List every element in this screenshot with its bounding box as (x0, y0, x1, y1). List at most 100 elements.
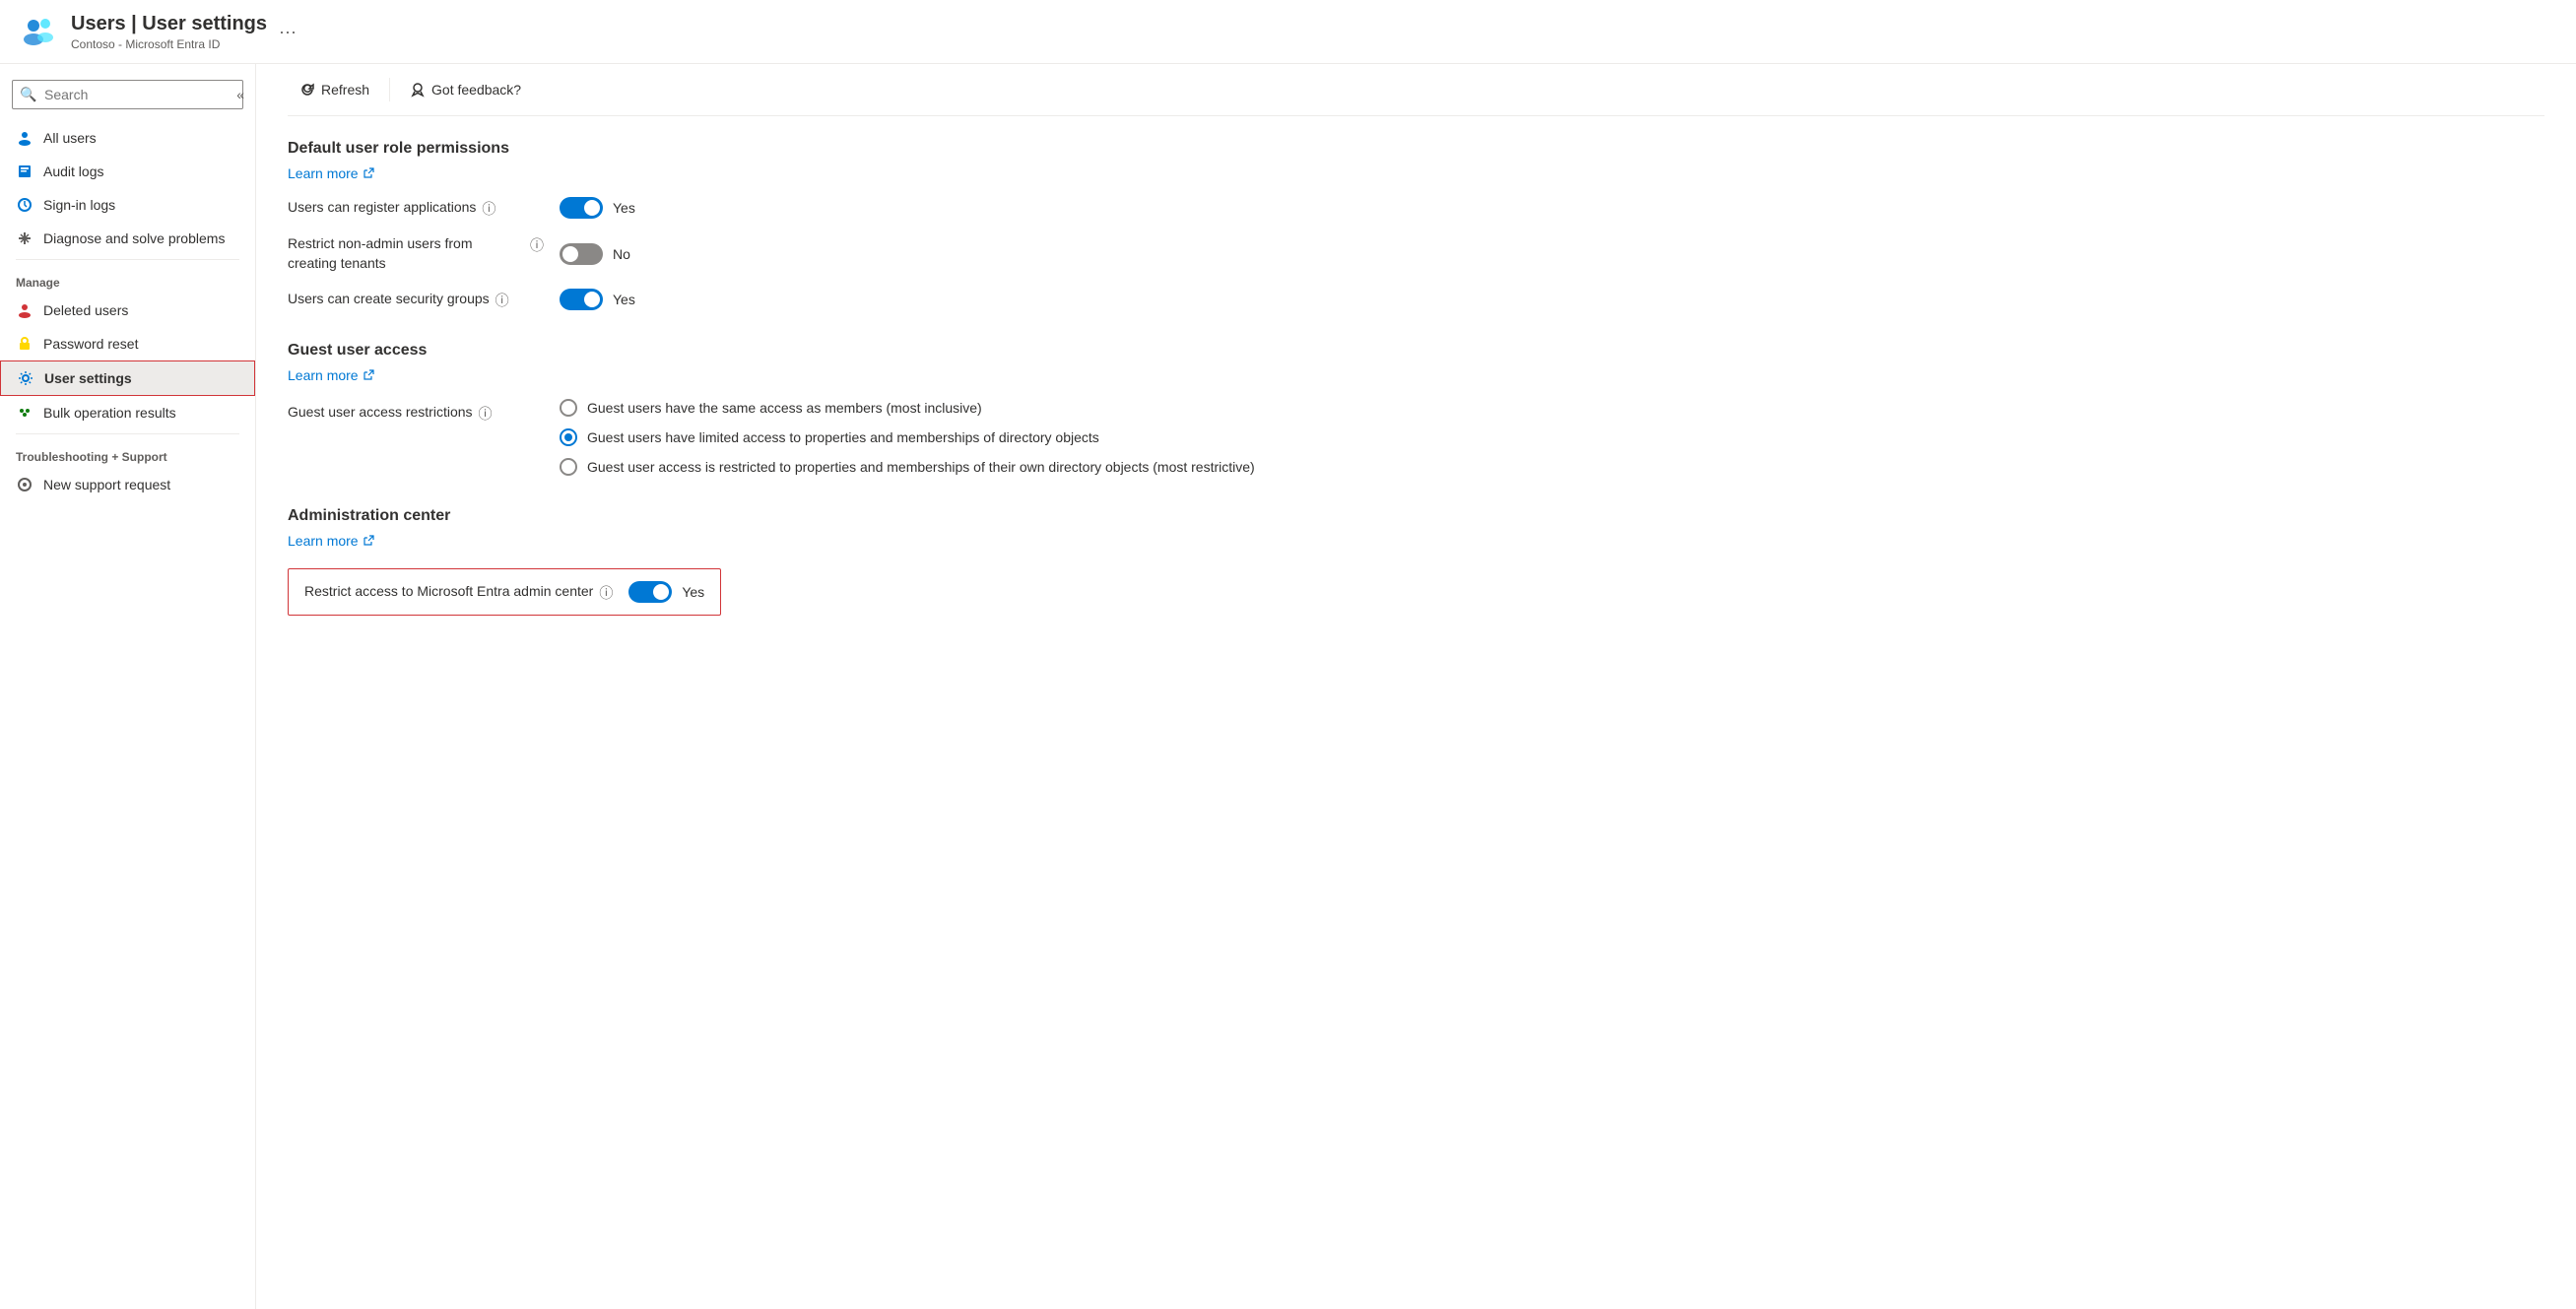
manage-section-label: Manage (0, 264, 255, 294)
feedback-label: Got feedback? (431, 82, 521, 98)
refresh-label: Refresh (321, 82, 369, 98)
toolbar-divider (389, 78, 390, 101)
sidebar-item-diagnose[interactable]: Diagnose and solve problems (0, 222, 255, 255)
page-header: Users | User settings Contoso - Microsof… (0, 0, 2576, 64)
radio-circle-3 (560, 458, 577, 476)
guest-access-section: Guest user access Learn more Guest user … (288, 342, 2544, 476)
register-apps-value: Yes (613, 200, 635, 216)
security-groups-toggle-container: Yes (560, 289, 635, 310)
page-title: Users | User settings (71, 13, 267, 35)
sidebar-item-audit-logs[interactable]: Audit logs (0, 155, 255, 188)
admin-center-title: Administration center (288, 507, 2544, 525)
sidebar-item-label: User settings (44, 370, 132, 386)
main-layout: 🔍 « All users Audit logs Sign-in logs (0, 64, 2576, 1309)
register-apps-toggle[interactable] (560, 197, 603, 219)
register-apps-toggle-container: Yes (560, 197, 635, 219)
sidebar-item-all-users[interactable]: All users (0, 121, 255, 155)
toolbar: Refresh Got feedback? (288, 64, 2544, 116)
sidebar-item-label: New support request (43, 477, 170, 492)
admin-center-learn-more[interactable]: Learn more (288, 533, 2544, 549)
collapse-icon[interactable]: « (236, 87, 244, 102)
restrict-tenants-label: Restrict non-admin users from creating t… (288, 234, 544, 273)
default-permissions-section: Default user role permissions Learn more… (288, 140, 2544, 310)
guest-access-restrictions-label: Guest user access restrictions ⓘ (288, 403, 544, 424)
restrict-tenants-setting: Restrict non-admin users from creating t… (288, 234, 2544, 273)
sidebar-item-sign-in-logs[interactable]: Sign-in logs (0, 188, 255, 222)
restrict-entra-highlight-box: Restrict access to Microsoft Entra admin… (288, 568, 721, 616)
sidebar-item-label: All users (43, 130, 97, 146)
external-link-icon-2 (363, 369, 374, 381)
register-apps-setting: Users can register applications ⓘ Yes (288, 197, 2544, 219)
feedback-icon (410, 82, 426, 98)
sidebar-item-label: Diagnose and solve problems (43, 230, 225, 246)
security-groups-toggle[interactable] (560, 289, 603, 310)
diagnose-icon (16, 229, 33, 247)
sidebar-item-new-support-request[interactable]: New support request (0, 468, 255, 501)
guest-access-radio-group: Guest users have the same access as memb… (560, 399, 1255, 476)
guest-access-title: Guest user access (288, 342, 2544, 360)
info-icon-2[interactable]: ⓘ (530, 235, 544, 255)
guest-access-learn-more[interactable]: Learn more (288, 367, 2544, 383)
external-link-icon (363, 167, 374, 179)
bulk-icon (16, 404, 33, 422)
sidebar-divider (16, 259, 239, 260)
signin-icon (16, 196, 33, 214)
search-icon: 🔍 (20, 87, 36, 103)
security-groups-label: Users can create security groups ⓘ (288, 290, 544, 310)
main-content: Refresh Got feedback? Default user role … (256, 64, 2576, 1309)
guest-access-restrictions-row: Guest user access restrictions ⓘ Guest u… (288, 399, 2544, 476)
sidebar-item-label: Sign-in logs (43, 197, 115, 213)
radio-same-as-members[interactable]: Guest users have the same access as memb… (560, 399, 1255, 417)
support-icon (16, 476, 33, 493)
sidebar-item-bulk-operation-results[interactable]: Bulk operation results (0, 396, 255, 429)
sidebar: 🔍 « All users Audit logs Sign-in logs (0, 64, 256, 1309)
security-groups-setting: Users can create security groups ⓘ Yes (288, 289, 2544, 310)
restrict-entra-label: Restrict access to Microsoft Entra admin… (304, 582, 613, 603)
more-options-button[interactable]: ··· (279, 22, 297, 42)
register-apps-label: Users can register applications ⓘ (288, 198, 544, 219)
feedback-button[interactable]: Got feedback? (398, 76, 533, 103)
user-icon (16, 129, 33, 147)
radio-own-objects-only[interactable]: Guest user access is restricted to prope… (560, 458, 1255, 476)
sidebar-item-label: Password reset (43, 336, 138, 352)
radio-limited-access[interactable]: Guest users have limited access to prope… (560, 428, 1255, 446)
radio-label-2: Guest users have limited access to prope… (587, 429, 1099, 445)
learn-more-text: Learn more (288, 165, 359, 181)
radio-circle-2 (560, 428, 577, 446)
header-title-group: Users | User settings Contoso - Microsof… (71, 13, 267, 51)
restrict-entra-toggle[interactable] (628, 581, 672, 603)
troubleshooting-section-label: Troubleshooting + Support (0, 438, 255, 468)
sidebar-item-label: Audit logs (43, 164, 103, 179)
security-groups-value: Yes (613, 292, 635, 307)
restrict-entra-value: Yes (682, 584, 704, 600)
title-text: Users | User settings (71, 13, 267, 35)
sidebar-item-label: Deleted users (43, 302, 128, 318)
search-container: 🔍 « (12, 80, 243, 109)
users-icon (20, 12, 59, 51)
info-icon-5[interactable]: ⓘ (599, 583, 613, 603)
radio-circle-1 (560, 399, 577, 417)
restrict-entra-toggle-container: Yes (628, 581, 704, 603)
external-link-icon-3 (363, 535, 374, 547)
restrict-tenants-toggle[interactable] (560, 243, 603, 265)
header-subtitle: Contoso - Microsoft Entra ID (71, 37, 267, 51)
sidebar-divider-2 (16, 433, 239, 434)
sidebar-item-user-settings[interactable]: User settings (0, 360, 255, 396)
default-permissions-learn-more[interactable]: Learn more (288, 165, 2544, 181)
refresh-icon (299, 82, 315, 98)
restrict-tenants-value: No (613, 246, 630, 262)
refresh-button[interactable]: Refresh (288, 76, 381, 103)
info-icon-3[interactable]: ⓘ (495, 291, 509, 310)
admin-center-section: Administration center Learn more Restric… (288, 507, 2544, 616)
sidebar-item-deleted-users[interactable]: Deleted users (0, 294, 255, 327)
info-icon[interactable]: ⓘ (482, 199, 495, 219)
info-icon-4[interactable]: ⓘ (479, 404, 493, 424)
search-input[interactable] (12, 80, 243, 109)
settings-icon (17, 369, 34, 387)
password-icon (16, 335, 33, 353)
sidebar-item-password-reset[interactable]: Password reset (0, 327, 255, 360)
radio-label-3: Guest user access is restricted to prope… (587, 459, 1255, 475)
learn-more-text-3: Learn more (288, 533, 359, 549)
learn-more-text-2: Learn more (288, 367, 359, 383)
audit-icon (16, 163, 33, 180)
